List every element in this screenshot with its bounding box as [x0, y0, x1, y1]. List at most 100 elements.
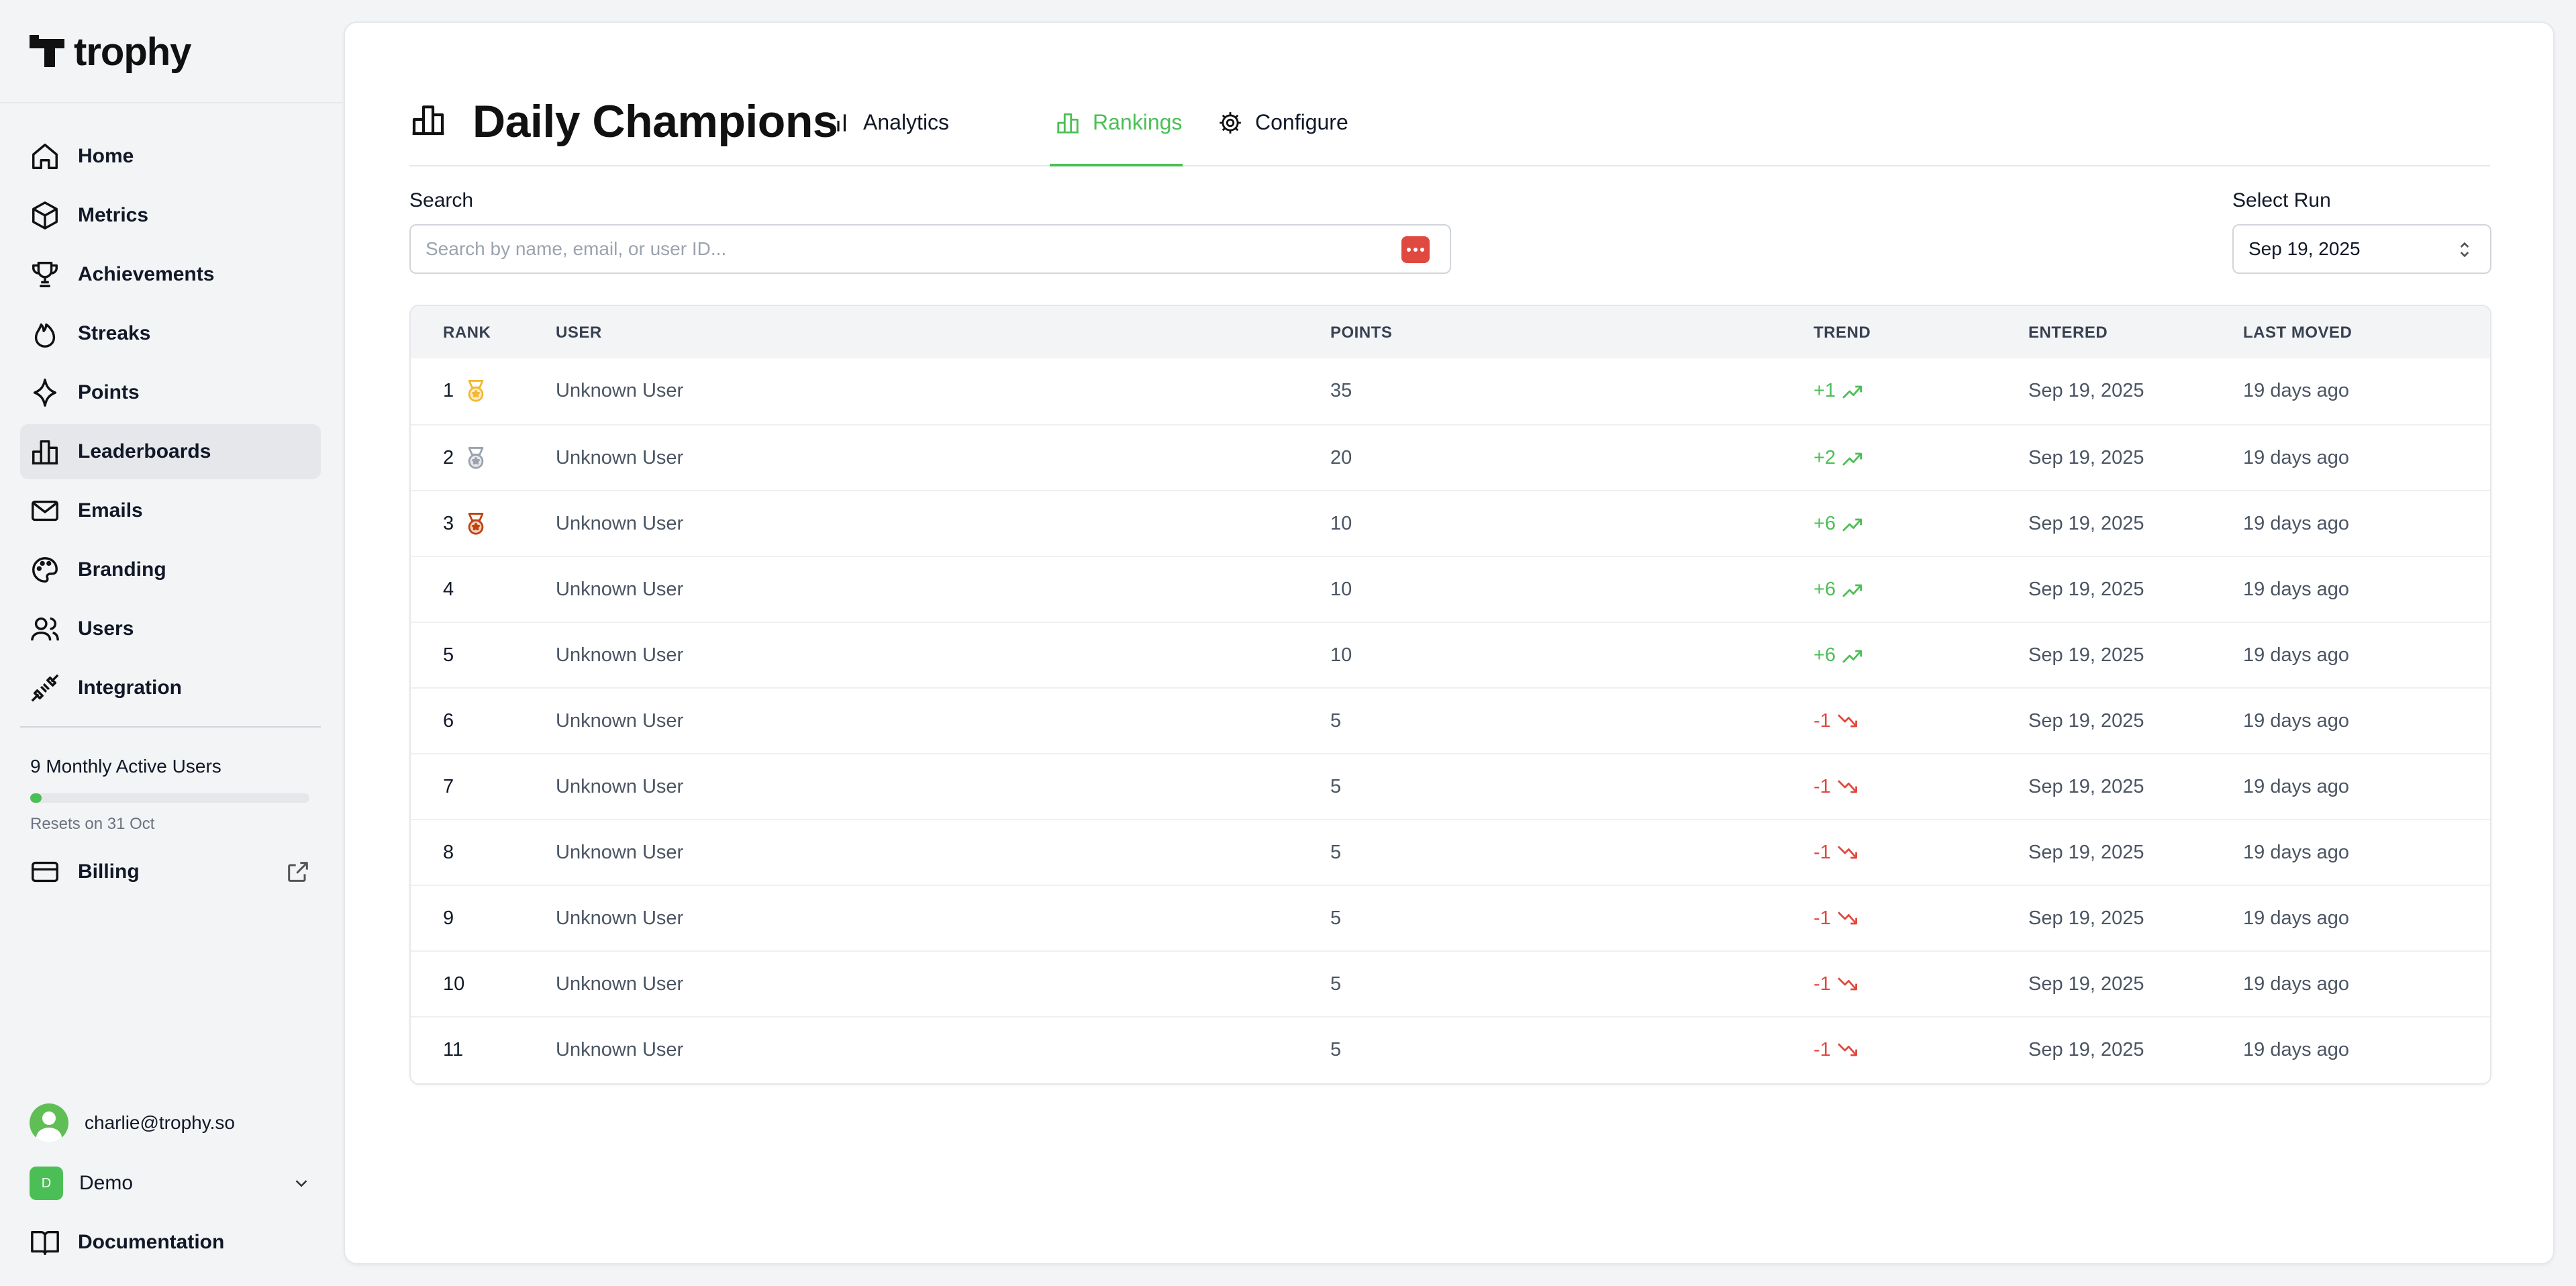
- users-icon: [31, 617, 59, 641]
- sidebar-item-emails[interactable]: Emails: [20, 483, 321, 538]
- user-cell[interactable]: Unknown User: [556, 447, 683, 469]
- table-row[interactable]: 6 Unknown User 5 -1 Sep 19, 2025 19 days ago: [411, 687, 2490, 753]
- bronze-medal-icon: [468, 513, 484, 535]
- sidebar-item-leaderboards[interactable]: Leaderboards: [20, 424, 321, 479]
- logo-text: trophy: [74, 30, 191, 74]
- sidebar-item-label: Integration: [78, 677, 182, 699]
- sidebar-item-label: Users: [78, 617, 134, 640]
- chevron-up-down-icon: [2460, 242, 2469, 258]
- rank-cell: 2: [443, 447, 454, 468]
- points-cell: 10: [1330, 644, 1352, 666]
- column-header-trend: TREND: [1814, 324, 1871, 342]
- trend-down-icon: [1837, 845, 1857, 858]
- trend-cell: -1: [1814, 710, 1859, 732]
- table-row[interactable]: 1 Unknown User 35 +1 Sep 19, 2025 19 days ago: [411, 358, 2490, 424]
- sidebar-item-points[interactable]: Points: [20, 365, 321, 420]
- sidebar-item-label: Streaks: [78, 322, 151, 344]
- org-switcher[interactable]: D Demo: [30, 1167, 311, 1200]
- table-row[interactable]: 2 Unknown User 20 +2 Sep 19, 2025 19 days ago: [411, 424, 2490, 490]
- trend-value: +1: [1814, 380, 1836, 401]
- chevron-down-icon: [295, 1180, 307, 1187]
- table-row[interactable]: 9 Unknown User 5 -1 Sep 19, 2025 19 days ago: [411, 885, 2490, 950]
- documentation-label: Documentation: [78, 1231, 225, 1253]
- trend-value: +6: [1814, 513, 1836, 534]
- rank-cell: 10: [443, 973, 465, 995]
- trend-cell: -1: [1814, 1039, 1859, 1061]
- column-header-entered: ENTERED: [2028, 324, 2108, 342]
- points-cell: 10: [1330, 579, 1352, 600]
- password-manager-icon[interactable]: [1401, 236, 1430, 263]
- sidebar-item-streaks[interactable]: Streaks: [20, 306, 321, 361]
- main-panel: Daily Champions Analytics Rankings Confi…: [344, 21, 2555, 1265]
- table-row[interactable]: 10 Unknown User 5 -1 Sep 19, 2025 19 days ago: [411, 950, 2490, 1016]
- table-row[interactable]: 3 Unknown User 10 +6 Sep 19, 2025 19 days ago: [411, 490, 2490, 556]
- search-field: [409, 224, 1451, 274]
- points-cell: 5: [1330, 1039, 1342, 1060]
- account-menu[interactable]: charlie@trophy.so: [30, 1103, 235, 1142]
- rank-cell: 3: [443, 513, 454, 534]
- entered-cell: Sep 19, 2025: [2028, 447, 2144, 468]
- sidebar-item-achievements[interactable]: Achievements: [20, 247, 321, 302]
- user-cell[interactable]: Unknown User: [556, 644, 683, 666]
- trend-value: +2: [1814, 447, 1836, 468]
- sidebar-item-branding[interactable]: Branding: [20, 542, 321, 597]
- entered-cell: Sep 19, 2025: [2028, 710, 2144, 732]
- user-cell[interactable]: Unknown User: [556, 973, 683, 995]
- podium-icon: [1057, 113, 1079, 134]
- run-select-label: Select Run: [2232, 189, 2331, 211]
- sidebar-item-integration[interactable]: Integration: [20, 660, 321, 715]
- user-cell[interactable]: Unknown User: [556, 579, 683, 601]
- last-moved-cell: 19 days ago: [2243, 842, 2350, 863]
- sidebar-item-label: Leaderboards: [78, 440, 211, 462]
- trend-down-icon: [1837, 1042, 1857, 1056]
- palette-icon: [32, 557, 58, 583]
- rank-cell: 7: [443, 776, 454, 797]
- user-cell[interactable]: Unknown User: [556, 907, 683, 930]
- last-moved-cell: 19 days ago: [2243, 907, 2350, 929]
- last-moved-cell: 19 days ago: [2243, 513, 2350, 534]
- trend-value: -1: [1814, 973, 1831, 995]
- gold-medal-icon: [468, 380, 484, 402]
- trend-up-icon: [1842, 650, 1863, 663]
- trend-value: -1: [1814, 907, 1831, 929]
- table-body: 1 Unknown User 35 +1 Sep 19, 2025 19 days ago…: [411, 358, 2490, 1082]
- trend-value: -1: [1814, 776, 1831, 797]
- user-cell[interactable]: Unknown User: [556, 1039, 683, 1061]
- trend-cell: -1: [1814, 842, 1859, 864]
- usage-reset-text: Resets on 31 Oct: [30, 815, 155, 833]
- trend-down-icon: [1837, 977, 1857, 990]
- table-header: RANK USER POINTS TREND ENTERED LAST MOVE…: [411, 306, 2490, 358]
- column-header-user: USER: [556, 324, 602, 342]
- logo[interactable]: trophy: [30, 30, 191, 75]
- usage-progress-bar: [30, 793, 309, 803]
- bar-chart-icon: [412, 105, 444, 136]
- last-moved-cell: 19 days ago: [2243, 644, 2350, 666]
- search-input[interactable]: [412, 227, 1392, 271]
- table-row[interactable]: 5 Unknown User 10 +6 Sep 19, 2025 19 days ago: [411, 622, 2490, 687]
- run-select[interactable]: Sep 19, 2025: [2232, 224, 2491, 274]
- table-row[interactable]: 8 Unknown User 5 -1 Sep 19, 2025 19 days ago: [411, 819, 2490, 885]
- user-cell[interactable]: Unknown User: [556, 842, 683, 864]
- billing-link[interactable]: Billing: [20, 844, 321, 899]
- table-row[interactable]: 11 Unknown User 5 -1 Sep 19, 2025 19 days ago: [411, 1016, 2490, 1082]
- tab-rankings[interactable]: Rankings: [1050, 103, 1183, 166]
- user-cell[interactable]: Unknown User: [556, 513, 683, 535]
- trend-up-icon: [1842, 584, 1863, 597]
- sidebar-item-users[interactable]: Users: [20, 601, 321, 656]
- points-cell: 5: [1330, 973, 1342, 995]
- trend-up-icon: [1842, 518, 1863, 532]
- usage-progress-fill: [30, 793, 42, 803]
- sidebar-item-label: Metrics: [78, 204, 149, 226]
- table-row[interactable]: 4 Unknown User 10 +6 Sep 19, 2025 19 days ago: [411, 556, 2490, 622]
- user-cell[interactable]: Unknown User: [556, 380, 683, 402]
- user-cell[interactable]: Unknown User: [556, 776, 683, 798]
- user-cell[interactable]: Unknown User: [556, 710, 683, 732]
- sidebar-item-metrics[interactable]: Metrics: [20, 188, 321, 243]
- tab-analytics[interactable]: Analytics: [826, 103, 949, 166]
- table-row[interactable]: 7 Unknown User 5 -1 Sep 19, 2025 19 days ago: [411, 753, 2490, 819]
- tab-configure[interactable]: Configure: [1218, 103, 1348, 166]
- entered-cell: Sep 19, 2025: [2028, 776, 2144, 797]
- documentation-link[interactable]: Documentation: [20, 1215, 321, 1270]
- sidebar-item-home[interactable]: Home: [20, 129, 321, 184]
- sidebar-item-label: Points: [78, 381, 140, 403]
